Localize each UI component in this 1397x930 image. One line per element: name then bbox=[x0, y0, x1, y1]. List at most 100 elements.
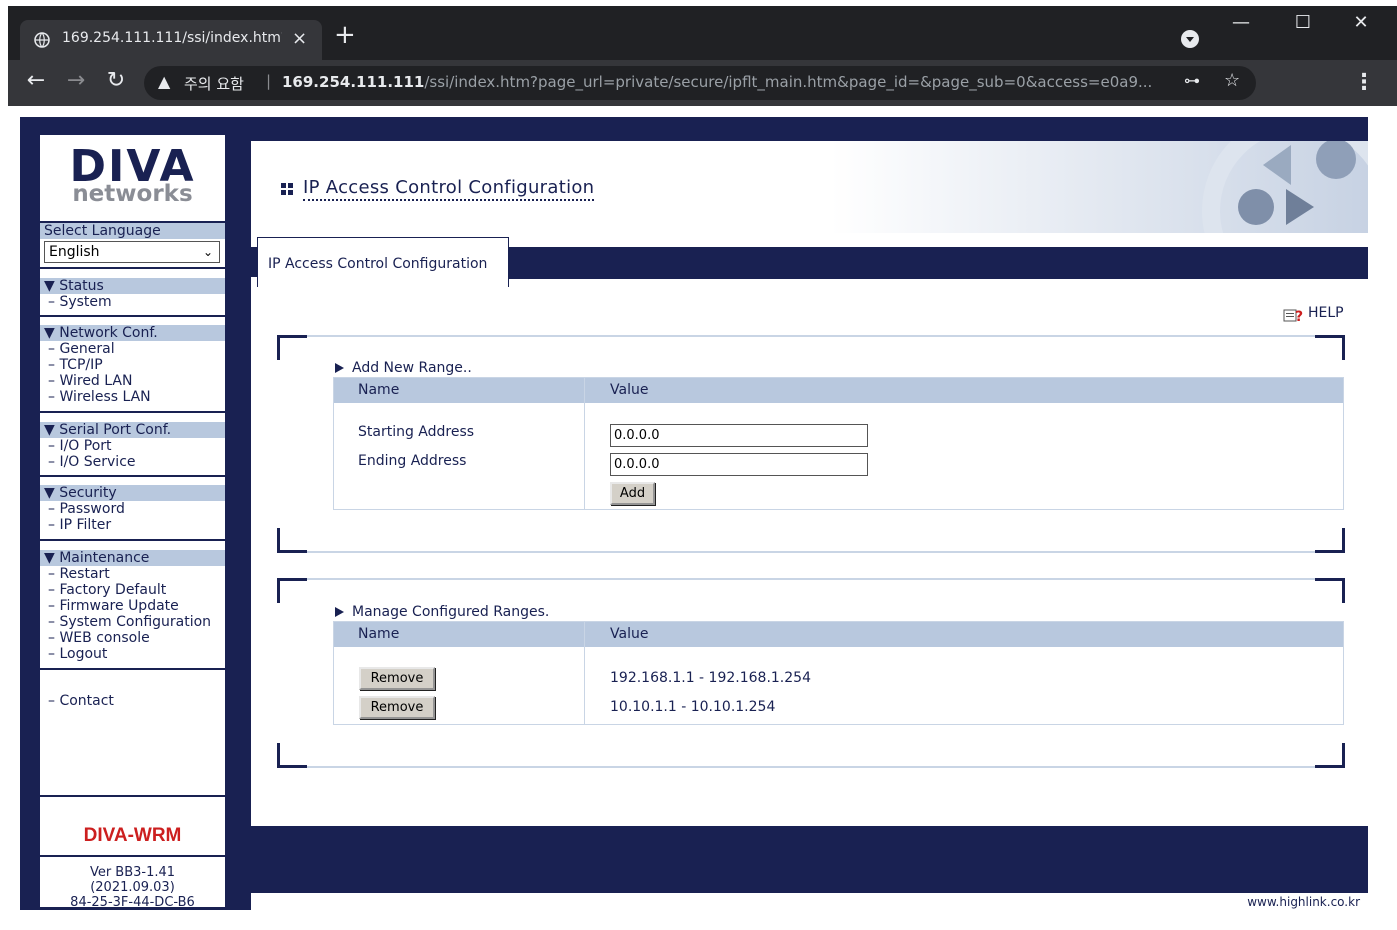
range-value: 192.168.1.1 - 192.168.1.254 bbox=[610, 670, 811, 686]
select-language-label: Select Language bbox=[40, 223, 225, 239]
tab-title: 169.254.111.111/ssi/index.htm?p bbox=[62, 30, 282, 46]
sidebar-divider bbox=[40, 668, 225, 670]
help-icon[interactable]: ? bbox=[1283, 307, 1305, 323]
sidebar-item-password[interactable]: – Password bbox=[48, 501, 125, 517]
new-tab-button[interactable]: + bbox=[334, 22, 356, 48]
sidebar-divider bbox=[40, 411, 225, 413]
sidebar: DIVA networks Select Language English ⌄ … bbox=[38, 133, 227, 910]
sidebar-item-factory-default[interactable]: – Factory Default bbox=[48, 582, 166, 598]
page-title: IP Access Control Configuration bbox=[303, 177, 595, 201]
mac-address: 84-25-3F-44-DC-B6 bbox=[70, 895, 195, 910]
warning-triangle-icon: ▲ bbox=[158, 72, 171, 91]
sidebar-item-general[interactable]: – General bbox=[48, 341, 115, 357]
sidebar-header-security[interactable]: ▼ Security bbox=[40, 485, 225, 501]
add-range-table: Name Value Starting Address 0.0.0.0 Endi… bbox=[333, 377, 1344, 510]
remove-button[interactable]: Remove bbox=[359, 696, 435, 719]
column-divider bbox=[584, 622, 585, 724]
add-range-title: Add New Range.. bbox=[335, 360, 472, 376]
sidebar-divider bbox=[40, 475, 225, 477]
panel-corner bbox=[277, 528, 307, 553]
sidebar-header-status[interactable]: ▼ Status bbox=[40, 278, 225, 294]
add-range-panel: Add New Range.. Name Value Starting Addr… bbox=[277, 335, 1345, 553]
sidebar-header-maintenance[interactable]: ▼ Maintenance bbox=[40, 550, 225, 566]
omnibox-separator: | bbox=[266, 72, 272, 90]
sidebar-divider bbox=[40, 315, 225, 317]
minimize-button[interactable]: — bbox=[1221, 12, 1261, 33]
key-icon[interactable]: ⊶ bbox=[1184, 71, 1200, 90]
version-date: (2021.09.03) bbox=[90, 880, 175, 895]
maximize-button[interactable]: ☐ bbox=[1283, 12, 1323, 33]
url-path: /ssi/index.htm?page_url=private/secure/i… bbox=[424, 73, 1153, 91]
panel-border bbox=[307, 578, 1315, 580]
panel-corner bbox=[1315, 528, 1345, 553]
configured-ranges-table: Name Value Remove 192.168.1.1 - 192.168.… bbox=[333, 621, 1344, 725]
sidebar-item-io-service[interactable]: – I/O Service bbox=[48, 454, 136, 470]
manage-ranges-title: Manage Configured Ranges. bbox=[335, 604, 549, 620]
col-value-header: Value bbox=[610, 382, 649, 398]
sidebar-divider bbox=[40, 539, 225, 541]
browser-toolbar: ← → ↻ ▲ 주의 요함 | 169.254.111.111/ssi/inde… bbox=[8, 60, 1397, 106]
ending-address-label: Ending Address bbox=[358, 453, 467, 469]
sidebar-item-firmware-update[interactable]: – Firmware Update bbox=[48, 598, 179, 614]
table-header: Name Value bbox=[334, 378, 1343, 403]
sidebar-divider bbox=[40, 795, 225, 797]
version-info: Ver BB3-1.41 (2021.09.03) 84-25-3F-44-DC… bbox=[40, 865, 225, 910]
version-number: Ver BB3-1.41 bbox=[89, 865, 176, 880]
chevron-down-icon: ⌄ bbox=[202, 245, 213, 259]
address-bar[interactable]: ▲ 주의 요함 | 169.254.111.111/ssi/index.htm?… bbox=[144, 66, 1256, 100]
forward-arrow-icon[interactable]: → bbox=[62, 68, 90, 93]
back-arrow-icon[interactable]: ← bbox=[22, 68, 50, 93]
help-link[interactable]: HELP bbox=[1308, 305, 1344, 321]
security-warning-label[interactable]: 주의 요함 bbox=[184, 73, 244, 94]
table-header: Name Value bbox=[334, 622, 1343, 647]
col-value-header: Value bbox=[610, 626, 649, 642]
manage-ranges-panel: Manage Configured Ranges. Name Value Rem… bbox=[277, 578, 1345, 768]
sidebar-item-contact[interactable]: – Contact bbox=[48, 693, 114, 709]
add-range-title-text: Add New Range.. bbox=[352, 360, 472, 376]
svg-text:?: ? bbox=[1295, 309, 1303, 323]
manage-ranges-title-text: Manage Configured Ranges. bbox=[352, 604, 550, 620]
footer-website-link[interactable]: www.highlink.co.kr bbox=[1247, 895, 1360, 909]
starting-address-input[interactable]: 0.0.0.0 bbox=[610, 424, 868, 447]
panel-corner bbox=[1315, 335, 1345, 360]
sidebar-header-network[interactable]: ▼ Network Conf. bbox=[40, 325, 225, 341]
browser-tab[interactable]: 169.254.111.111/ssi/index.htm?p × bbox=[20, 20, 322, 60]
panel-corner bbox=[277, 743, 307, 768]
panel-border bbox=[307, 335, 1315, 337]
panel-border bbox=[307, 551, 1315, 553]
sidebar-item-system[interactable]: – System bbox=[48, 294, 112, 310]
page-frame: DIVA networks Select Language English ⌄ … bbox=[20, 117, 1368, 910]
sidebar-header-serial[interactable]: ▼ Serial Port Conf. bbox=[40, 422, 225, 438]
title-bullet-icon bbox=[281, 183, 293, 195]
logo-networks-text: networks bbox=[72, 181, 193, 207]
bookmark-star-icon[interactable]: ☆ bbox=[1224, 70, 1240, 91]
remove-button[interactable]: Remove bbox=[359, 667, 435, 690]
close-window-button[interactable]: ✕ bbox=[1341, 12, 1381, 33]
tab-ip-access-control[interactable]: IP Access Control Configuration bbox=[257, 237, 509, 287]
sidebar-item-logout[interactable]: – Logout bbox=[48, 646, 107, 662]
panel-corner bbox=[277, 335, 307, 360]
tab-strip-underline bbox=[508, 277, 1368, 279]
panel-corner bbox=[1315, 578, 1345, 603]
starting-address-label: Starting Address bbox=[358, 424, 475, 440]
sidebar-item-system-configuration[interactable]: – System Configuration bbox=[48, 614, 211, 630]
language-select[interactable]: English ⌄ bbox=[44, 241, 220, 263]
footer-band bbox=[251, 826, 1368, 893]
sidebar-item-tcpip[interactable]: – TCP/IP bbox=[48, 357, 103, 373]
sidebar-item-wireless-lan[interactable]: – Wireless LAN bbox=[48, 389, 151, 405]
sidebar-item-ip-filter[interactable]: – IP Filter bbox=[48, 517, 111, 533]
browser-window: 169.254.111.111/ssi/index.htm?p × + — ☐ … bbox=[8, 6, 1397, 106]
sidebar-item-io-port[interactable]: – I/O Port bbox=[48, 438, 112, 454]
ending-address-input[interactable]: 0.0.0.0 bbox=[610, 453, 868, 476]
col-name-header: Name bbox=[358, 626, 400, 642]
sidebar-item-restart[interactable]: – Restart bbox=[48, 566, 110, 582]
sidebar-divider bbox=[40, 855, 225, 857]
tab-close-icon[interactable]: × bbox=[292, 28, 307, 49]
add-button[interactable]: Add bbox=[610, 482, 655, 505]
url-text[interactable]: 169.254.111.111/ssi/index.htm?page_url=p… bbox=[282, 73, 1172, 91]
profile-menu-icon[interactable] bbox=[1181, 30, 1199, 48]
browser-menu-icon[interactable]: ⋮ bbox=[1353, 70, 1375, 95]
reload-icon[interactable]: ↻ bbox=[102, 68, 130, 93]
sidebar-item-wired-lan[interactable]: – Wired LAN bbox=[48, 373, 132, 389]
sidebar-item-web-console[interactable]: – WEB console bbox=[48, 630, 150, 646]
